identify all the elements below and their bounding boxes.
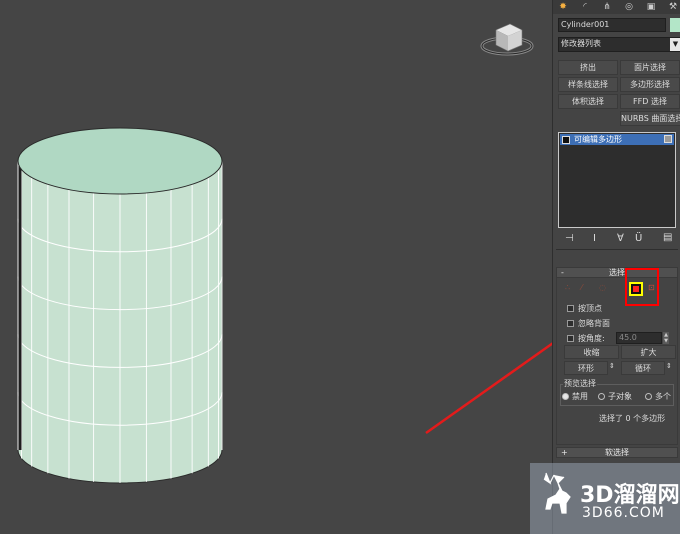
selection-rollout-title: 选择 <box>609 268 625 277</box>
preview-subobject-label: 子对象 <box>608 392 632 401</box>
chevron-down-icon[interactable]: ▼ <box>670 38 680 51</box>
stack-item-icon <box>562 135 570 144</box>
command-panel: ✸ ◜ ⋔ ◎ ▣ ⚒ Cylinder001 修改器列表 ▼ 挤出 面片选择 … <box>552 0 680 534</box>
patch-select-button[interactable]: 面片选择 <box>620 60 680 75</box>
pin-stack-icon[interactable]: ⊣ <box>565 233 574 244</box>
angle-spinner[interactable]: 45.0 <box>616 332 662 344</box>
configure-modifier-sets-icon[interactable]: ▤ <box>663 232 672 243</box>
utilities-tab-icon[interactable]: ⚒ <box>665 0 680 14</box>
by-vertex-label: 按顶点 <box>578 304 602 313</box>
preview-multi-label: 多个 <box>655 392 671 401</box>
viewport[interactable] <box>0 0 552 534</box>
loop-button[interactable]: 循环 <box>621 361 665 375</box>
cylinder-object[interactable] <box>0 0 552 534</box>
stack-item-editable-poly[interactable]: 可编辑多边形 <box>560 134 674 145</box>
ignore-backfacing-label: 忽略背面 <box>578 319 610 328</box>
hierarchy-tab-icon[interactable]: ⋔ <box>599 0 615 14</box>
make-unique-icon[interactable]: ∀ <box>617 233 624 244</box>
preview-multi-radio[interactable] <box>645 393 652 400</box>
modifier-list-dropdown[interactable]: 修改器列表 <box>558 37 680 52</box>
divider <box>556 249 678 250</box>
shrink-button[interactable]: 收缩 <box>564 345 619 359</box>
grow-button[interactable]: 扩大 <box>621 345 676 359</box>
motion-tab-icon[interactable]: ◎ <box>621 0 637 14</box>
object-name-field[interactable]: Cylinder001 <box>558 18 666 32</box>
display-tab-icon[interactable]: ▣ <box>643 0 659 14</box>
vertex-mode-icon[interactable]: ∴ <box>565 283 570 292</box>
extrude-button[interactable]: 挤出 <box>558 60 618 75</box>
modify-tab-icon[interactable]: ◜ <box>577 0 593 14</box>
stack-item-label: 可编辑多边形 <box>574 135 622 144</box>
annotation-arrow <box>425 342 552 435</box>
selection-status-text: 选择了 0 个多边形 <box>599 414 666 423</box>
expand-sign: + <box>561 448 568 457</box>
border-mode-icon[interactable]: ◌ <box>599 283 606 292</box>
poly-select-button[interactable]: 多边形选择 <box>620 77 680 92</box>
volume-select-button[interactable]: 体积选择 <box>558 94 618 109</box>
loop-spinner-icon[interactable]: ⇕ <box>666 362 672 370</box>
preview-disable-label: 禁用 <box>572 392 588 401</box>
preview-subobject-radio[interactable] <box>598 393 605 400</box>
deer-logo-icon <box>543 472 571 514</box>
create-tab-icon[interactable]: ✸ <box>555 0 571 14</box>
ignore-backfacing-checkbox[interactable] <box>567 320 574 327</box>
remove-modifier-icon[interactable]: Ü <box>635 233 642 244</box>
soft-selection-title: 软选择 <box>605 448 629 457</box>
by-angle-label: 按角度: <box>578 334 605 343</box>
stack-item-visibility-icon[interactable] <box>664 135 672 143</box>
object-color-swatch[interactable] <box>670 18 680 32</box>
collapse-sign: - <box>561 268 564 277</box>
preview-disable-radio[interactable] <box>562 393 569 400</box>
ring-button[interactable]: 环形 <box>564 361 608 375</box>
modifier-stack[interactable]: 可编辑多边形 <box>558 132 676 228</box>
ffd-select-button[interactable]: FFD 选择 <box>620 94 680 109</box>
highlight-box <box>625 268 659 306</box>
command-panel-tabs: ✸ ◜ ⋔ ◎ ▣ ⚒ <box>553 0 680 14</box>
ring-spinner-icon[interactable]: ⇕ <box>609 362 615 370</box>
nurbs-surface-select-button[interactable]: NURBS 曲面选择 <box>620 111 680 126</box>
show-end-result-icon[interactable]: Ι <box>593 233 596 244</box>
watermark-domain: 3D66.COM <box>582 505 665 521</box>
spinner-arrows-icon[interactable]: ▲ ▼ <box>663 332 669 344</box>
preview-selection-title: 预览选择 <box>563 378 597 389</box>
spline-select-button[interactable]: 样条线选择 <box>558 77 618 92</box>
by-vertex-checkbox[interactable] <box>567 305 574 312</box>
cylinder-top-cap <box>17 127 223 195</box>
edge-mode-icon[interactable]: ⁄ <box>581 283 582 292</box>
by-angle-checkbox[interactable] <box>567 335 574 342</box>
soft-selection-rollout-header[interactable]: + 软选择 <box>556 447 678 458</box>
modifier-list-label: 修改器列表 <box>561 39 601 48</box>
watermark: 3D溜溜网 3D66.COM <box>530 463 680 534</box>
